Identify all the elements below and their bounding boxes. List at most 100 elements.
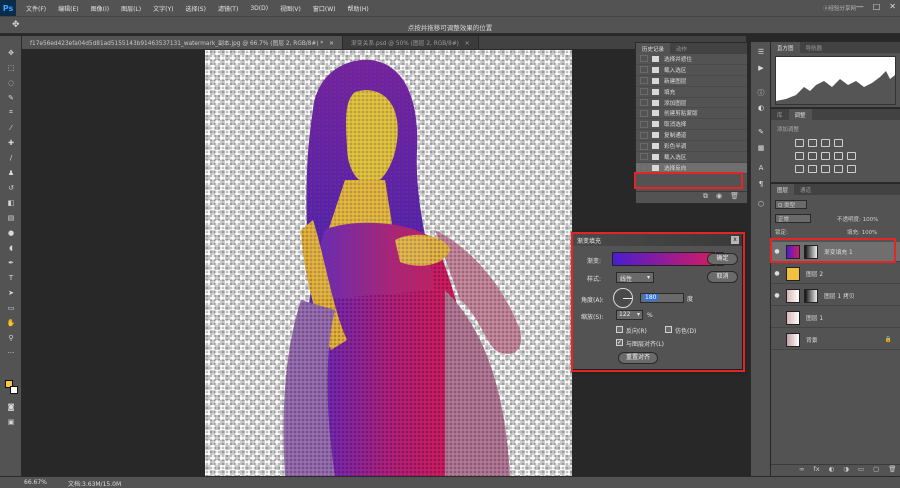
- history-item[interactable]: 载入选区: [636, 152, 747, 163]
- menu-select[interactable]: 选择(S): [185, 4, 206, 13]
- maximize-icon[interactable]: □: [873, 2, 881, 11]
- layer-row[interactable]: 背景 🔒: [771, 330, 900, 350]
- history-source-checkbox[interactable]: [640, 77, 648, 85]
- zoom-icon[interactable]: ⚲: [5, 333, 17, 342]
- play-icon[interactable]: ▶: [755, 64, 767, 74]
- history-item[interactable]: 创建剪贴蒙版: [636, 108, 747, 120]
- menu-help[interactable]: 帮助(H): [348, 4, 369, 13]
- history-source-checkbox[interactable]: [640, 164, 648, 172]
- dodge-icon[interactable]: ◖: [5, 243, 17, 252]
- pen-icon[interactable]: ✒: [5, 258, 17, 267]
- move-tool-icon[interactable]: ✥: [12, 20, 20, 30]
- lasso-icon[interactable]: ◌: [5, 78, 17, 87]
- history-source-checkbox[interactable]: [640, 99, 648, 106]
- history-panel-icon[interactable]: ☰: [755, 48, 767, 58]
- trash-icon[interactable]: 🗑: [730, 192, 739, 203]
- eye-icon[interactable]: ●: [771, 270, 783, 277]
- history-item[interactable]: 添加图层: [636, 98, 747, 109]
- move-icon[interactable]: ✥: [5, 48, 17, 57]
- eyedropper-icon[interactable]: ⁄: [5, 123, 17, 132]
- stamp-icon[interactable]: ♟: [5, 168, 17, 177]
- new-layer-icon[interactable]: ▢: [873, 465, 879, 476]
- black-white-icon[interactable]: [834, 152, 843, 160]
- history-source-checkbox[interactable]: [640, 88, 648, 96]
- history-source-checkbox[interactable]: [640, 142, 648, 150]
- background-color-swatch[interactable]: [10, 386, 18, 394]
- threshold-icon[interactable]: [821, 165, 830, 173]
- layer-row[interactable]: 图层 1: [771, 308, 900, 328]
- screen-mode-icon[interactable]: ▣: [5, 417, 17, 426]
- history-item[interactable]: 复制通道: [636, 130, 747, 142]
- posterize-icon[interactable]: [808, 165, 817, 173]
- history-item[interactable]: 彩色半调: [636, 141, 747, 153]
- tab-close-icon[interactable]: ✕: [465, 41, 470, 47]
- tab-document-1[interactable]: f17e56ed423efa04d5d81ad5155143b914635371…: [22, 36, 343, 49]
- history-source-checkbox[interactable]: [640, 66, 648, 74]
- levels-icon[interactable]: [808, 139, 817, 147]
- brush-panel-icon[interactable]: ✎: [755, 128, 767, 138]
- snapshot-icon[interactable]: ◉: [716, 192, 722, 203]
- adjustment-layer-icon[interactable]: ◑: [843, 465, 849, 476]
- history-item[interactable]: 选择并遮住: [636, 54, 747, 65]
- tab-adjustments[interactable]: 调整: [788, 109, 812, 120]
- eye-icon[interactable]: ●: [771, 292, 783, 299]
- tab-channels[interactable]: 通道: [794, 184, 817, 195]
- 3d-icon[interactable]: ⬡: [755, 200, 767, 210]
- selective-color-icon[interactable]: [847, 165, 856, 173]
- gradient-map-icon[interactable]: [834, 165, 843, 173]
- shape-icon[interactable]: ▭: [5, 303, 17, 312]
- history-source-checkbox[interactable]: [640, 55, 648, 63]
- invert-icon[interactable]: [795, 165, 804, 173]
- hue-saturation-icon[interactable]: [808, 152, 817, 160]
- history-source-checkbox[interactable]: [640, 153, 648, 161]
- color-balance-icon[interactable]: [821, 152, 830, 160]
- tab-histogram[interactable]: 直方图: [771, 42, 800, 53]
- photo-filter-icon[interactable]: [847, 152, 856, 160]
- gradient-icon[interactable]: ▤: [5, 213, 17, 222]
- history-brush-icon[interactable]: ↺: [5, 183, 17, 192]
- properties-icon[interactable]: ▦: [755, 144, 767, 154]
- path-select-icon[interactable]: ➤: [5, 288, 17, 297]
- history-item[interactable]: 载入选区: [636, 65, 747, 76]
- brush-icon[interactable]: ∕: [5, 153, 17, 162]
- paragraph-icon[interactable]: ¶: [755, 180, 767, 190]
- menu-type[interactable]: 文字(Y): [153, 4, 173, 13]
- layer-mask-icon[interactable]: ◐: [829, 465, 835, 476]
- more-tools-icon[interactable]: ···: [5, 348, 17, 357]
- marquee-icon[interactable]: ⬚: [5, 63, 17, 72]
- tab-close-icon[interactable]: ✕: [329, 41, 334, 47]
- hand-icon[interactable]: ✋: [5, 318, 17, 327]
- menu-layer[interactable]: 图层(L): [121, 4, 141, 13]
- brightness-icon[interactable]: [795, 139, 804, 147]
- history-item[interactable]: 填充: [636, 87, 747, 98]
- history-item[interactable]: 取消选择: [636, 119, 747, 131]
- fill-field[interactable]: 填充: 100%: [847, 228, 877, 236]
- layer-row[interactable]: ● 图层 1 拷贝: [771, 286, 900, 306]
- menu-3d[interactable]: 3D(D): [250, 5, 268, 12]
- character-icon[interactable]: A: [755, 164, 767, 174]
- close-icon[interactable]: ✕: [889, 2, 896, 11]
- layer-style-icon[interactable]: fx: [813, 465, 819, 476]
- menu-image[interactable]: 图像(I): [91, 4, 109, 13]
- tab-actions[interactable]: 动作: [670, 43, 693, 54]
- tab-history[interactable]: 历史记录: [636, 43, 671, 54]
- opacity-field[interactable]: 不透明度: 100%: [837, 215, 878, 223]
- exposure-icon[interactable]: [834, 139, 843, 147]
- quick-mask-icon[interactable]: ◙: [5, 402, 17, 411]
- crop-icon[interactable]: ⌗: [5, 108, 17, 117]
- delete-layer-icon[interactable]: 🗑: [888, 465, 896, 476]
- color-icon[interactable]: ◐: [755, 104, 767, 114]
- history-item[interactable]: 新建图层: [636, 76, 747, 87]
- minimize-icon[interactable]: —: [856, 2, 864, 11]
- menu-filter[interactable]: 滤镜(T): [218, 4, 238, 13]
- layer-row[interactable]: ● 图层 2: [771, 264, 900, 284]
- menu-file[interactable]: 文件(F): [26, 4, 46, 13]
- tab-layers[interactable]: 图层: [771, 184, 795, 195]
- group-icon[interactable]: ▭: [858, 465, 864, 476]
- menu-window[interactable]: 窗口(W): [313, 4, 336, 13]
- layer-kind-filter[interactable]: Q 类型: [775, 200, 807, 209]
- healing-icon[interactable]: ✚: [5, 138, 17, 147]
- document-canvas[interactable]: [205, 50, 572, 476]
- new-document-from-state-icon[interactable]: ⧉: [703, 192, 708, 203]
- tab-navigator[interactable]: 导航器: [800, 42, 829, 53]
